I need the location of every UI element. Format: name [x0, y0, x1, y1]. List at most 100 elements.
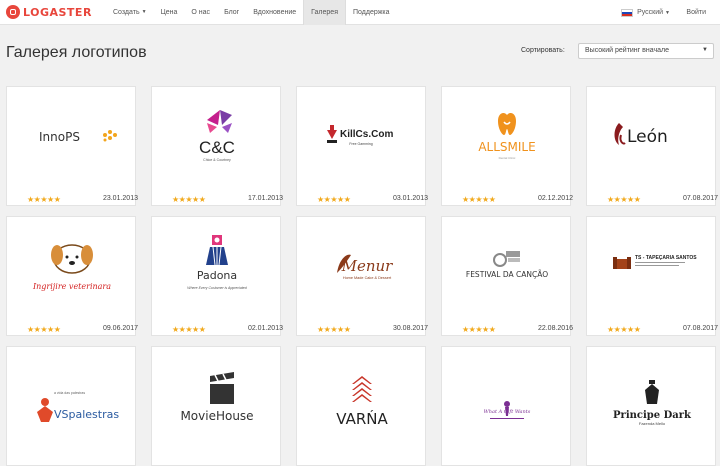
rating-stars: ★★★★★ — [607, 195, 641, 204]
logo-date: 30.08.2017 — [392, 325, 428, 332]
card-meta: ★★★★★ 23.01.2013 — [7, 195, 138, 205]
caret-down-icon: ▼ — [141, 9, 147, 15]
logo-card[interactable]: León ★★★★★ 07.08.2017 — [586, 86, 718, 206]
logo-tagline: Home Made Cake & Dessert — [343, 276, 392, 280]
logo-text: Principe Dark — [613, 410, 692, 421]
card-meta: ★★★★★ 02.12.2012 — [442, 195, 573, 205]
logo-date: 07.08.2017 — [682, 195, 718, 202]
logo-image: a vida das palestras VSpalestras — [7, 347, 137, 443]
language-selector[interactable]: Русский ▼ — [621, 0, 670, 25]
nav-item-label: О нас — [191, 8, 211, 16]
rating-stars: ★★★★★ — [607, 325, 641, 334]
logo-text: What A Gift Wants — [484, 409, 531, 415]
sort-selected-value: Высокий рейтинг вначале — [585, 47, 670, 54]
russian-flag-icon — [621, 8, 634, 17]
logo-card[interactable]: a vida das palestras VSpalestras — [6, 346, 136, 466]
logo-tagline: Chloe & Courtney — [203, 158, 231, 162]
logo-text: VSpalestras — [54, 408, 119, 421]
logo-tagline: Fazenda Mello — [639, 421, 666, 426]
nav-item-support[interactable]: Поддержка — [346, 0, 397, 25]
logo-date: 03.01.2013 — [392, 195, 428, 202]
nav-item-label: Создать — [113, 8, 140, 16]
logo-image: Principe Dark Fazenda Mello — [587, 347, 717, 443]
logo-date: 22.08.2016 — [537, 325, 573, 332]
logo-image: What A Gift Wants — [442, 347, 572, 443]
logo-image: ALLSMILE Dental Clinic — [442, 87, 572, 183]
brand-logo[interactable]: LOGASTER — [6, 5, 106, 19]
caret-down-icon: ▼ — [665, 9, 670, 16]
logo-tagline: Free Gamming — [349, 142, 372, 146]
logo-tagline: Dental Clinic — [499, 156, 516, 160]
logo-text: FESTIVAL DA CANÇÃO — [466, 270, 548, 279]
logo-image: León — [587, 87, 717, 183]
logo-tagline: Where Every Customer is Appreciated — [187, 286, 247, 290]
card-meta: ★★★★★ 07.08.2017 — [587, 325, 718, 335]
rating-stars: ★★★★★ — [27, 325, 61, 334]
logo-text: MovieHouse — [180, 409, 253, 423]
logo-card[interactable]: C&C Chloe & Courtney ★★★★★ 17.01.2013 — [151, 86, 283, 206]
rating-stars: ★★★★★ — [462, 195, 496, 204]
page-title: Галерея логотипов — [6, 44, 147, 61]
logo-image: Padona Where Every Customer is Appreciat… — [152, 217, 282, 313]
nav-item-gallery[interactable]: Галерея — [303, 0, 346, 25]
logo-text: Padona — [197, 269, 237, 282]
rating-stars: ★★★★★ — [172, 195, 206, 204]
logo-tagline: a vida das palestras — [54, 391, 85, 395]
logo-text: VARŃA — [336, 409, 388, 428]
logo-image: Ingrijire veterinara — [7, 217, 137, 313]
rating-stars: ★★★★★ — [317, 325, 351, 334]
sort-label: Сортировать: — [521, 47, 565, 54]
logo-image: FESTIVAL DA CANÇÃO — [442, 217, 572, 313]
logo-text: León — [627, 127, 668, 147]
card-meta: ★★★★★ 17.01.2013 — [152, 195, 283, 205]
nav-item-about[interactable]: О нас — [184, 0, 217, 25]
logo-card[interactable]: Menur Home Made Cake & Dessert ★★★★★ 30.… — [296, 216, 428, 336]
top-navbar: LOGASTER Создать ▼ Цена О нас Блог Вдохно… — [0, 0, 720, 25]
card-meta: ★★★★★ 02.01.2013 — [152, 325, 283, 335]
logo-text: Menur — [341, 257, 394, 275]
rating-stars: ★★★★★ — [462, 325, 496, 334]
logo-card[interactable]: KillCs.Com Free Gamming ★★★★★ 03.01.2013 — [296, 86, 428, 206]
nav-item-label: Вдохновение — [253, 8, 297, 16]
logo-date: 17.01.2013 — [247, 195, 283, 202]
logo-image: MovieHouse — [152, 347, 282, 443]
card-meta: ★★★★★ 09.06.2017 — [7, 325, 138, 335]
logo-text: KillCs.Com — [340, 129, 393, 140]
logo-card[interactable]: Padona Where Every Customer is Appreciat… — [151, 216, 283, 336]
logo-card[interactable]: TS - TAPEÇARIA SANTOS ★★★★★ 07.08.2017 — [586, 216, 718, 336]
logo-card[interactable]: MovieHouse — [151, 346, 281, 466]
card-meta: ★★★★★ 07.08.2017 — [587, 195, 718, 205]
card-meta: ★★★★★ 30.08.2017 — [297, 325, 428, 335]
main-nav: Создать ▼ Цена О нас Блог Вдохновение Гал… — [106, 0, 397, 25]
nav-item-inspiration[interactable]: Вдохновение — [246, 0, 303, 25]
rating-stars: ★★★★★ — [317, 195, 351, 204]
logo-card[interactable]: InnoPS ★★★★★ 23.01.2013 — [6, 86, 138, 206]
logaster-logo-icon — [6, 5, 20, 19]
nav-item-create[interactable]: Создать ▼ — [106, 0, 154, 25]
logo-text: TS - TAPEÇARIA SANTOS — [635, 255, 697, 261]
logo-text: Ingrijire veterinara — [32, 282, 111, 291]
logo-image: C&C Chloe & Courtney — [152, 87, 282, 183]
logo-date: 02.12.2012 — [537, 195, 573, 202]
logo-text: InnoPS — [39, 130, 80, 144]
logo-card[interactable]: Ingrijire veterinara ★★★★★ 09.06.2017 — [6, 216, 138, 336]
nav-item-label: Блог — [224, 8, 240, 16]
logo-card[interactable]: Principe Dark Fazenda Mello — [586, 346, 716, 466]
logo-card[interactable]: VARŃA — [296, 346, 426, 466]
logo-image: Menur Home Made Cake & Dessert — [297, 217, 427, 313]
nav-item-blog[interactable]: Блог — [217, 0, 246, 25]
language-label: Русский — [637, 9, 664, 16]
login-link[interactable]: Войти — [686, 0, 706, 25]
logo-card[interactable]: FESTIVAL DA CANÇÃO ★★★★★ 22.08.2016 — [441, 216, 573, 336]
brand-name: LOGASTER — [23, 5, 92, 19]
logo-image: VARŃA — [297, 347, 427, 443]
logo-card[interactable]: What A Gift Wants — [441, 346, 571, 466]
logo-card[interactable]: ALLSMILE Dental Clinic ★★★★★ 02.12.2012 — [441, 86, 573, 206]
card-meta: ★★★★★ 03.01.2013 — [297, 195, 428, 205]
sort-dropdown[interactable]: Высокий рейтинг вначале ▼ — [578, 43, 714, 59]
rating-stars: ★★★★★ — [27, 195, 61, 204]
nav-item-price[interactable]: Цена — [154, 0, 185, 25]
card-meta: ★★★★★ 22.08.2016 — [442, 325, 573, 335]
logo-image: KillCs.Com Free Gamming — [297, 87, 427, 183]
logo-date: 07.08.2017 — [682, 325, 718, 332]
